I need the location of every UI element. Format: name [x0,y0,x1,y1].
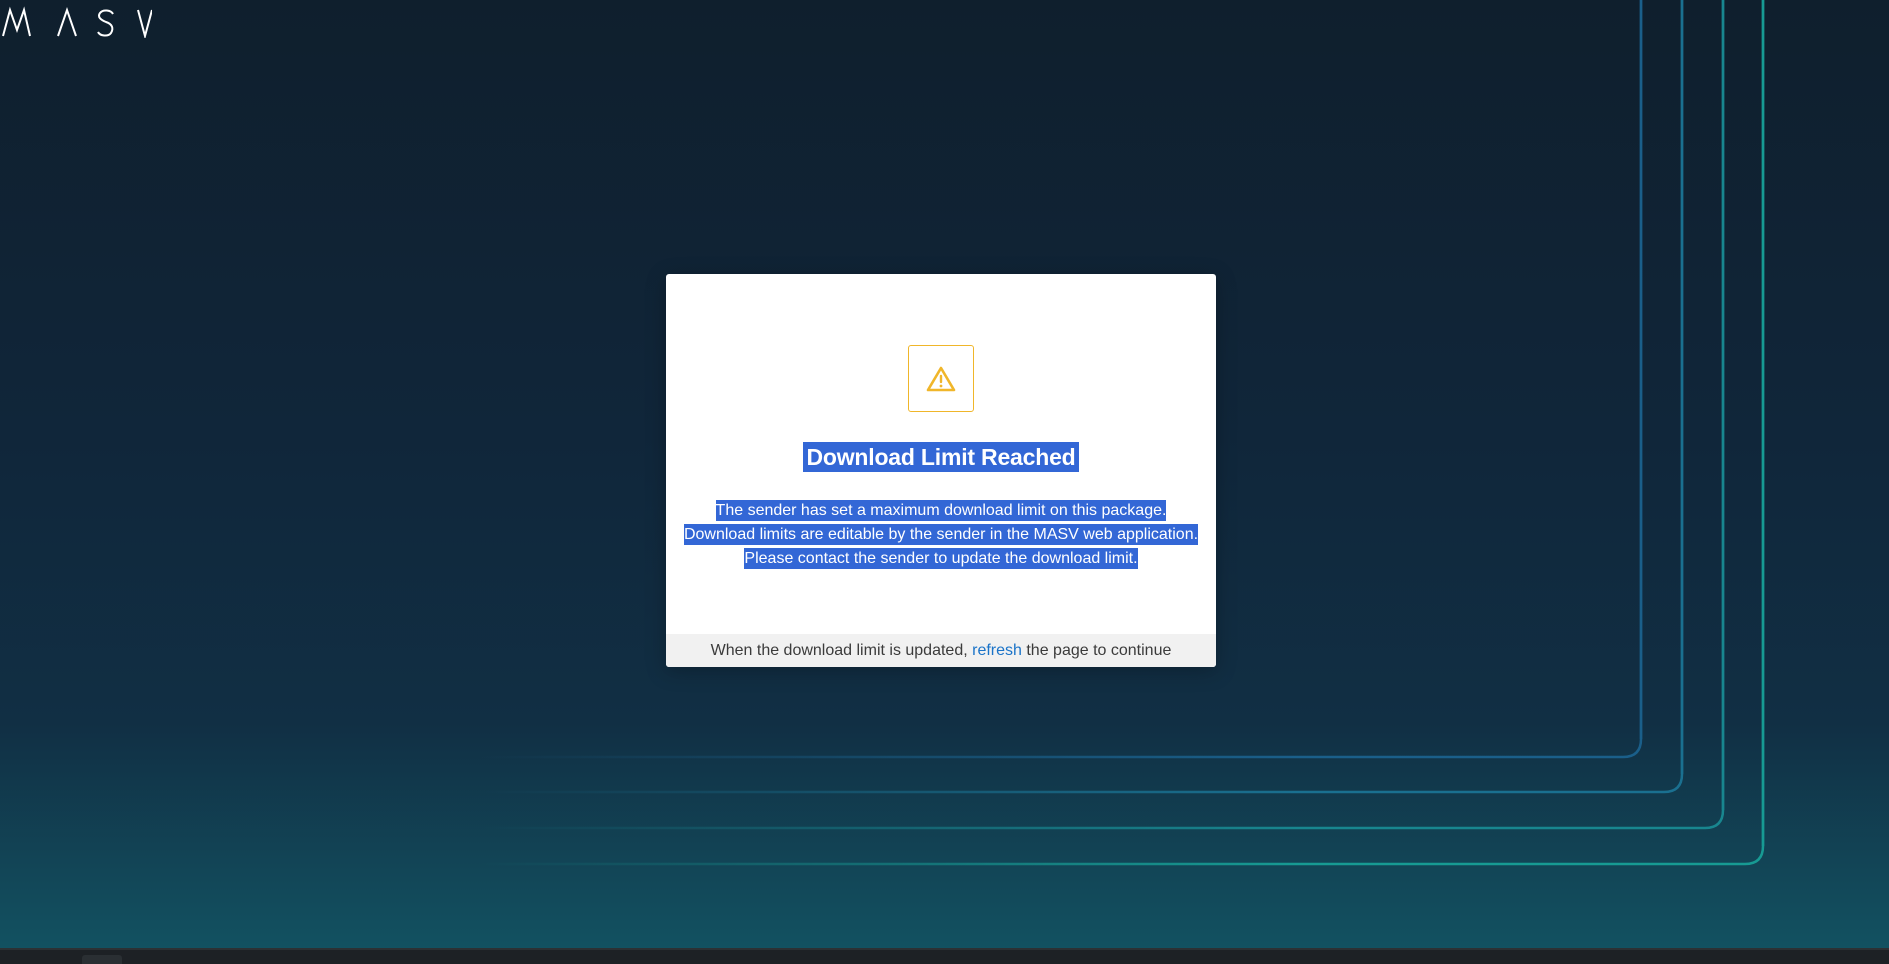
warning-triangle-icon [926,366,956,391]
download-limit-modal: Download Limit Reached The sender has se… [666,274,1216,667]
footer-text-after: the page to continue [1021,642,1172,659]
modal-message-text: The sender has set a maximum download li… [683,500,1199,569]
modal-footer: When the download limit is updated, refr… [666,634,1216,667]
refresh-link[interactable]: refresh [972,642,1022,659]
bottom-bar [0,948,1889,964]
modal-message: The sender has set a maximum download li… [680,499,1202,571]
footer-text-before: When the download limit is updated, [710,642,973,659]
modal-title: Download Limit Reached [803,442,1079,472]
bottom-bar-tab[interactable] [82,955,122,964]
warning-icon-box [908,345,974,412]
masv-logo[interactable] [2,6,152,38]
